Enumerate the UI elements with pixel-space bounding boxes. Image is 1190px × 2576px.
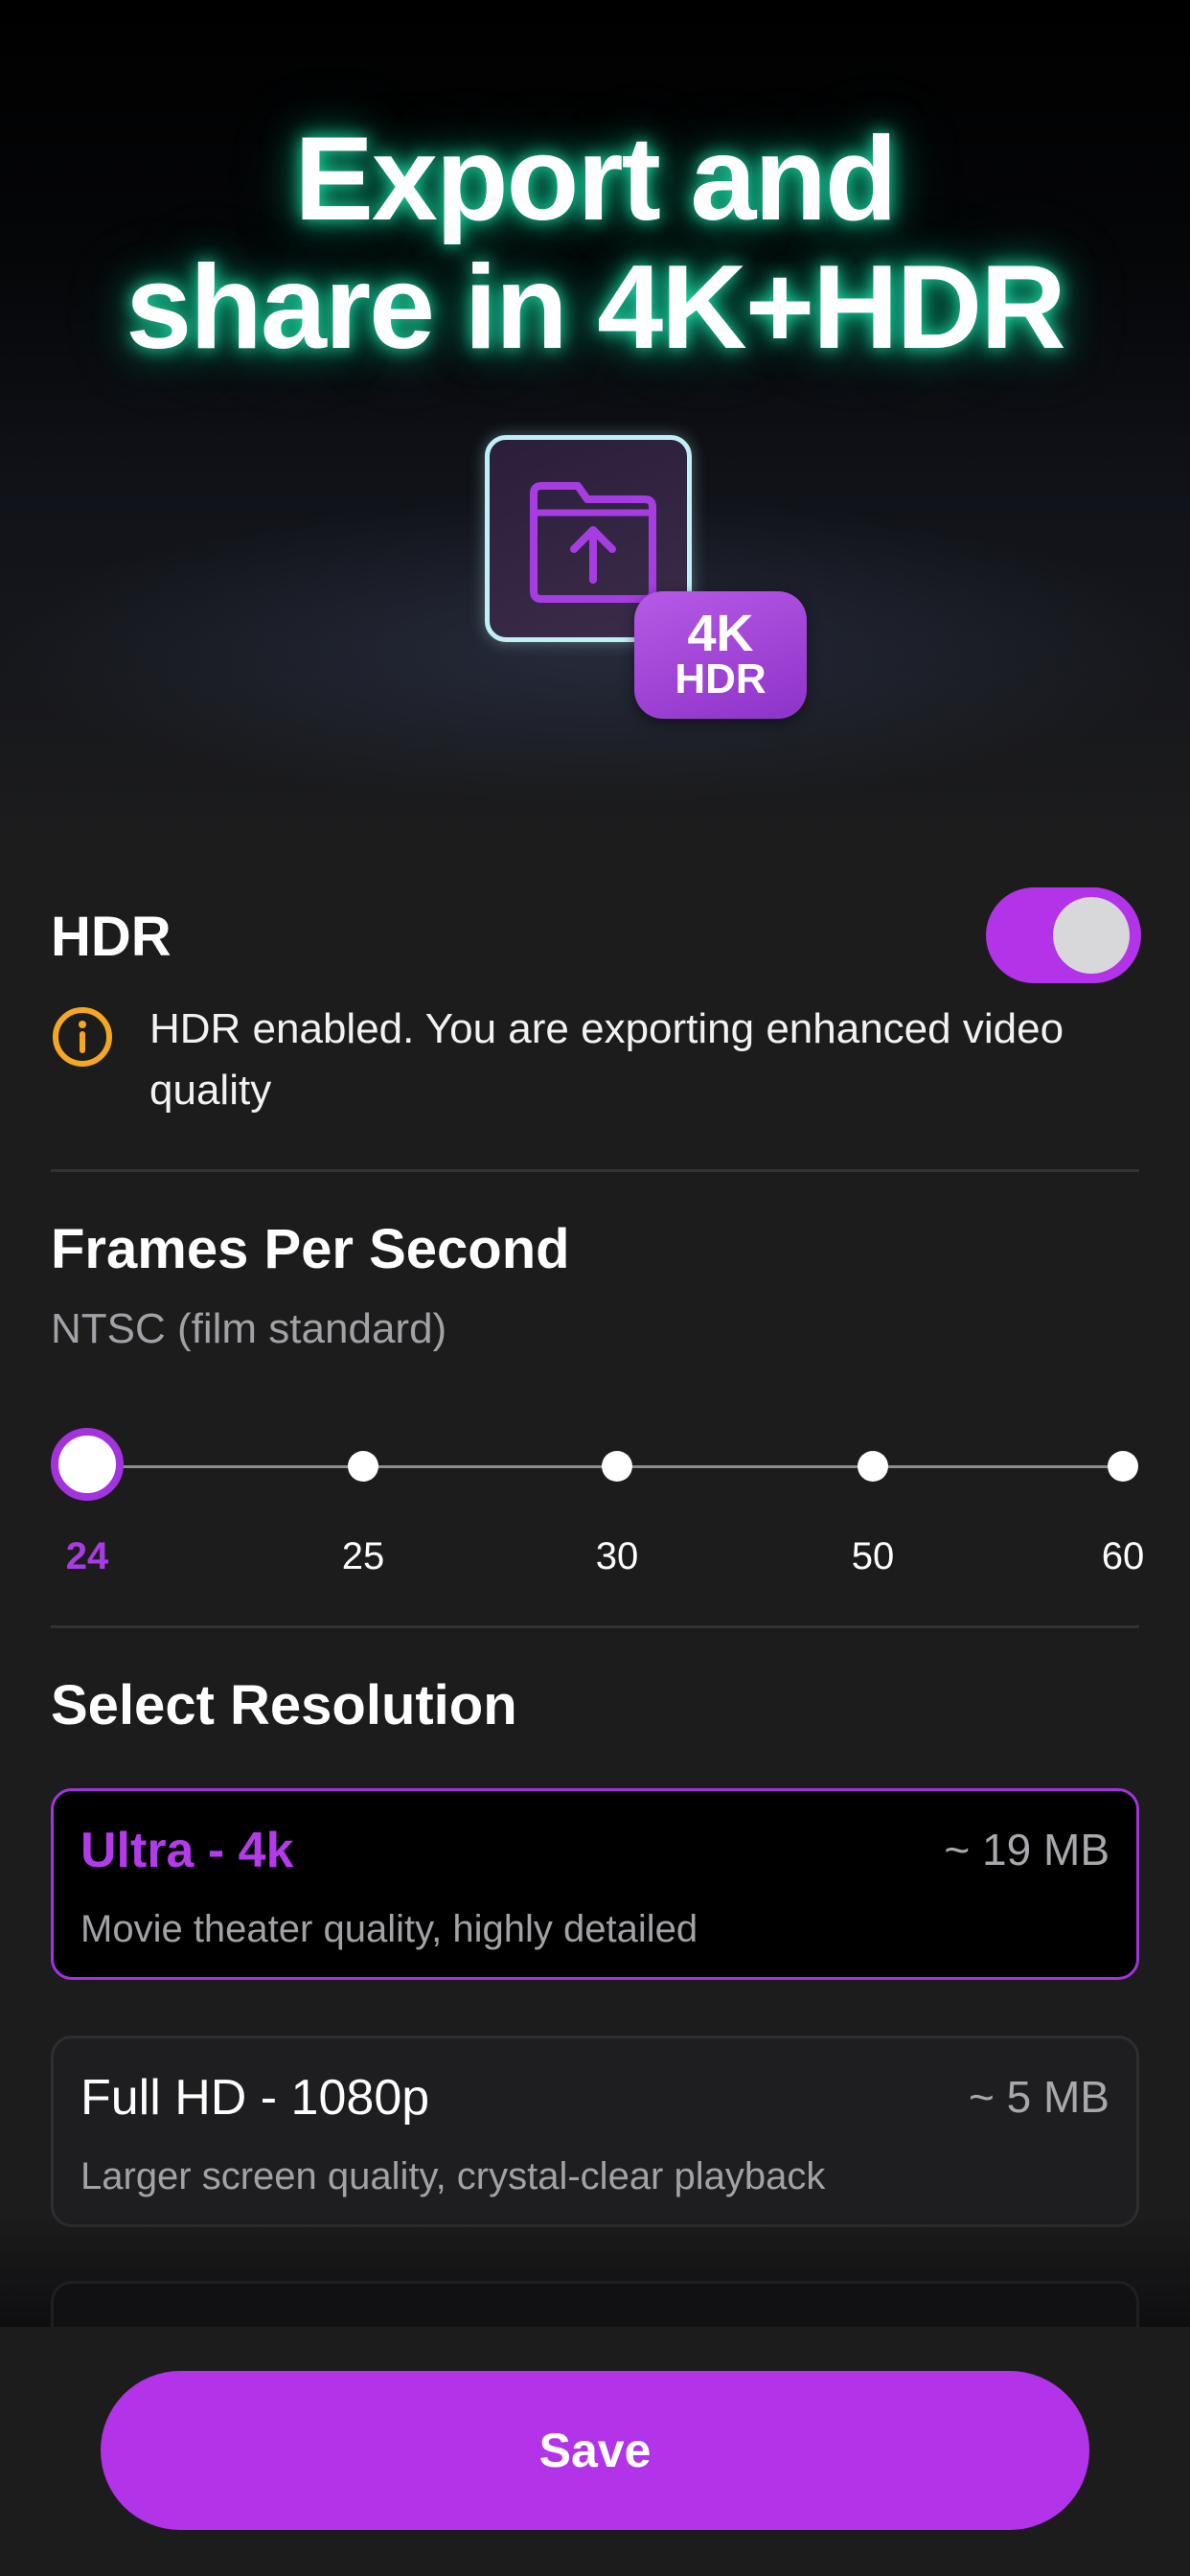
export-illustration: 4K HDR xyxy=(485,435,807,723)
slider-stop-60[interactable] xyxy=(1108,1451,1138,1482)
resolution-title: Select Resolution xyxy=(51,1674,517,1736)
resolution-option-full-hd[interactable]: Full HD - 1080p ~ 5 MB Larger screen qua… xyxy=(51,2036,1139,2227)
resolution-description: Movie theater quality, highly detailed xyxy=(80,1908,698,1950)
fps-option-label[interactable]: 24 xyxy=(30,1535,145,1578)
4k-hdr-badge: 4K HDR xyxy=(634,591,807,719)
info-icon xyxy=(53,1007,112,1067)
hdr-info-text: HDR enabled. You are exporting enhanced … xyxy=(149,1005,1064,1114)
resolution-name: Ultra - 4k xyxy=(80,1823,294,1878)
resolution-size: ~ 5 MB xyxy=(968,2072,1110,2122)
badge-4k-label: 4K xyxy=(687,605,754,662)
badge-hdr-label: HDR xyxy=(675,656,767,702)
fps-slider[interactable] xyxy=(51,1428,1139,1505)
fps-title: Frames Per Second xyxy=(51,1218,570,1280)
resolution-name: Full HD - 1080p xyxy=(80,2070,430,2126)
slider-stop-30[interactable] xyxy=(602,1451,632,1482)
hero-title-line2: share in 4K+HDR xyxy=(126,242,1066,374)
hero-section: Export and share in 4K+HDR 4K HDR xyxy=(0,0,1190,843)
resolution-size: ~ 19 MB xyxy=(944,1825,1110,1874)
fps-option-label[interactable]: 25 xyxy=(306,1535,421,1578)
divider xyxy=(51,1625,1139,1628)
hero-title-line1: Export and xyxy=(294,113,898,245)
fps-option-label[interactable]: 30 xyxy=(560,1535,675,1578)
save-button[interactable]: Save xyxy=(101,2371,1089,2530)
fps-subtitle: NTSC (film standard) xyxy=(51,1305,447,1352)
fps-option-label[interactable]: 50 xyxy=(815,1535,930,1578)
hero-title: Export and share in 4K+HDR xyxy=(0,115,1190,372)
slider-stop-25[interactable] xyxy=(348,1451,378,1482)
slider-stop-50[interactable] xyxy=(858,1451,888,1482)
toggle-knob xyxy=(1053,897,1130,974)
slider-thumb[interactable] xyxy=(51,1428,124,1501)
divider xyxy=(51,1169,1139,1172)
resolution-option-ultra-4k[interactable]: Ultra - 4k ~ 19 MB Movie theater quality… xyxy=(51,1788,1139,1980)
hdr-toggle[interactable] xyxy=(986,887,1141,983)
fps-option-label[interactable]: 60 xyxy=(1065,1535,1180,1578)
hdr-label: HDR xyxy=(51,906,172,968)
resolution-description: Larger screen quality, crystal-clear pla… xyxy=(80,2155,826,2197)
